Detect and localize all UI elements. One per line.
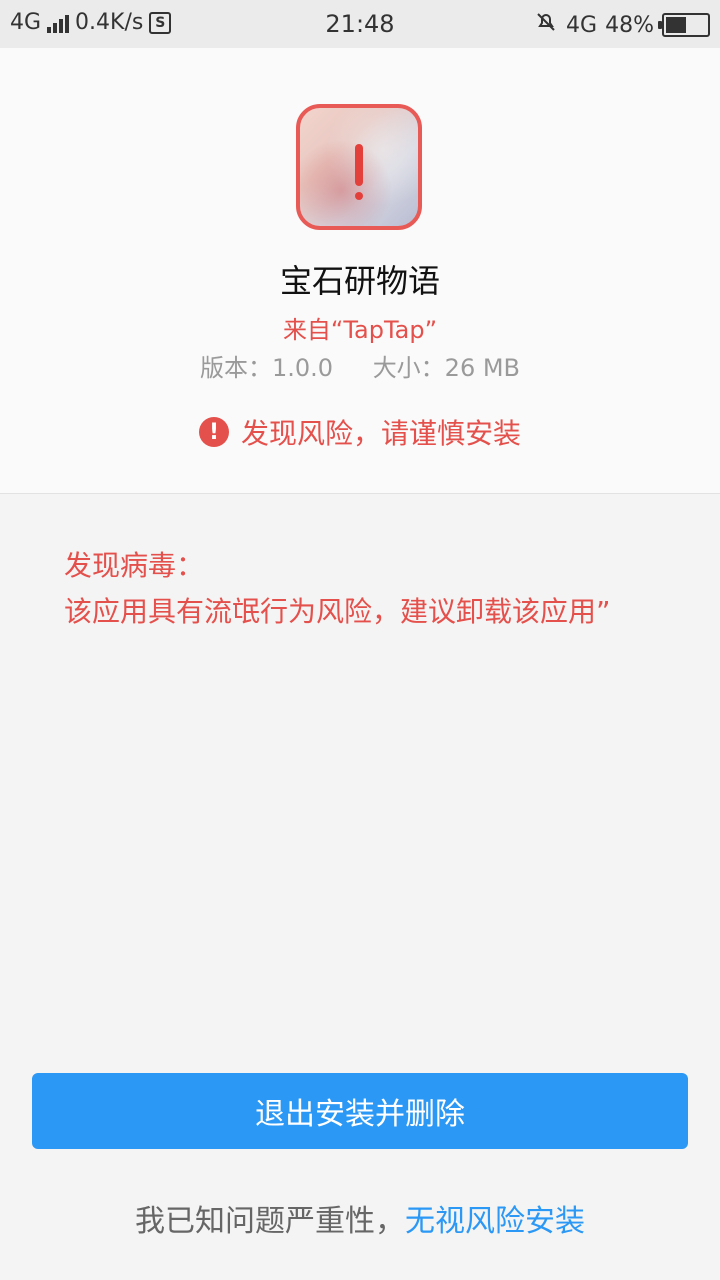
app-size: 大小：26 MB bbox=[372, 354, 521, 382]
app-source: 来自“TapTap” bbox=[282, 316, 438, 344]
app-icon bbox=[296, 104, 422, 230]
app-name: 宝石研物语 bbox=[279, 262, 440, 300]
virus-title: 发现病毒： bbox=[64, 549, 205, 582]
risk-text: 发现风险，请谨慎安装 bbox=[240, 417, 521, 450]
warning-exclamation-icon bbox=[355, 144, 363, 186]
battery-label: 48% bbox=[605, 12, 654, 38]
mute-bell-icon bbox=[534, 10, 558, 40]
exit-and-delete-button[interactable]: 退出安装并删除 bbox=[32, 1073, 688, 1149]
alert-icon: ! bbox=[198, 417, 229, 447]
status-right: 4G 48% bbox=[534, 10, 710, 40]
app-version: 版本：1.0.0 bbox=[199, 354, 334, 382]
network-right-label: 4G bbox=[566, 12, 598, 38]
app-meta: 版本：1.0.0 大小：26 MB bbox=[0, 348, 720, 383]
status-bar: 4G 0.4K/s S 21:48 4G 48% bbox=[0, 0, 720, 48]
virus-description: 该应用具有流氓行为风险，建议卸载该应用” bbox=[64, 595, 611, 628]
ignore-risk-install-link[interactable]: 无视风险安装 bbox=[405, 1204, 585, 1239]
footer-prefix: 我已知问题严重性， bbox=[135, 1204, 405, 1239]
exit-and-delete-label: 退出安装并删除 bbox=[255, 1097, 465, 1132]
battery-icon bbox=[658, 13, 710, 37]
footer: 我已知问题严重性，无视风险安装 bbox=[0, 1196, 720, 1240]
risk-warning: ! 发现风险，请谨慎安装 bbox=[0, 412, 720, 452]
app-info-card: 宝石研物语 来自“TapTap” 版本：1.0.0 大小：26 MB ! 发现风… bbox=[0, 48, 720, 494]
